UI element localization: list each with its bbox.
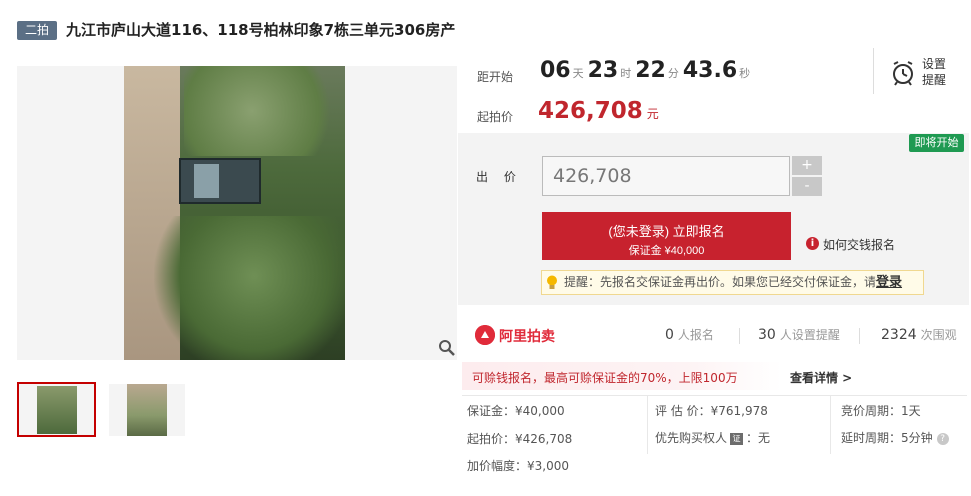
set-reminder-button[interactable]: 设置 提醒: [922, 56, 952, 88]
start-price-amount: 426,708: [538, 98, 643, 124]
stat-reminders-label: 人设置提醒: [779, 328, 840, 342]
details-column-separator: [830, 396, 831, 454]
stat-views-label: 次围观: [920, 328, 957, 342]
ali-auction-logo-icon: [475, 325, 495, 345]
property-photo: [124, 66, 345, 360]
view-details-link[interactable]: 查看详情 >: [790, 369, 852, 386]
countdown-seconds-unit: 秒: [739, 67, 751, 80]
deposit-detail: 保证金：¥40,000: [467, 404, 565, 418]
countdown-minutes-unit: 分: [667, 67, 679, 80]
appraisal-detail: 评 估 价：¥761,978: [655, 404, 768, 418]
how-to-pay-link[interactable]: 如何交钱报名: [823, 236, 895, 253]
countdown-minutes: 22: [635, 58, 666, 83]
thumbnail-1[interactable]: [17, 382, 96, 437]
countdown-hours: 23: [587, 58, 619, 83]
stat-signups: 0 人报名: [665, 326, 714, 343]
increment-detail: 加价幅度：¥3,000: [467, 459, 569, 473]
zoom-icon[interactable]: [438, 339, 456, 357]
countdown-timer: 06 天 23 时 22 分 43.6 秒: [540, 58, 754, 83]
stat-separator: [859, 328, 860, 344]
stat-signups-label: 人报名: [677, 328, 714, 342]
signup-deposit-label: 保证金 ¥40,000: [628, 245, 705, 257]
start-price-detail: 起拍价：¥426,708: [467, 432, 573, 446]
stat-separator: [739, 328, 740, 344]
photo-foliage-bottom: [154, 216, 345, 360]
priority-buyer-label: 优先购买权人: [655, 431, 728, 445]
thumbnail-2-image: [127, 384, 167, 436]
certificate-icon[interactable]: 证: [730, 432, 744, 445]
auction-round-badge: 二拍: [17, 21, 57, 40]
thumbnail-2[interactable]: [109, 384, 185, 436]
countdown-days-unit: 天: [572, 67, 584, 80]
stat-reminders: 30 人设置提醒: [758, 326, 840, 343]
set-reminder-line1: 设置: [922, 57, 947, 71]
countdown-seconds: 43.6: [682, 58, 738, 83]
cycle-detail: 竞价周期：1天: [841, 404, 921, 418]
details-divider: [462, 395, 967, 396]
stat-reminders-value: 30: [758, 327, 776, 343]
priority-buyer-value: ：无: [746, 431, 771, 445]
countdown-label: 距开始: [477, 70, 514, 84]
info-icon: i: [806, 237, 819, 250]
delay-detail-text: 延时周期：5分钟: [841, 431, 933, 445]
credit-banner-text: 可赊钱报名，最高可赊保证金的70%，上限100万: [472, 371, 738, 385]
lightbulb-icon: [546, 275, 558, 290]
start-price-value: 426,708 元: [538, 98, 659, 124]
alarm-clock-icon[interactable]: [890, 60, 916, 86]
tip-text: 提醒：先报名交保证金再出价。如果您已经交付保证金，请: [564, 275, 877, 289]
delay-detail: 延时周期：5分钟?: [841, 429, 949, 446]
bid-label: 出 价: [476, 170, 522, 184]
photo-foliage-top: [184, 66, 345, 156]
page-title: 九江市庐山大道116、118号柏林印象7栋三单元306房产: [66, 21, 456, 39]
help-question-icon[interactable]: ?: [936, 432, 949, 445]
status-badge: 即将开始: [909, 134, 964, 152]
bid-input[interactable]: [542, 156, 790, 196]
bid-decrease-button[interactable]: -: [792, 177, 822, 196]
stat-views: 2324 次围观: [881, 326, 957, 343]
start-price-unit: 元: [646, 107, 659, 121]
stat-signups-value: 0: [665, 327, 674, 343]
stat-views-value: 2324: [881, 327, 917, 343]
details-column-separator: [647, 396, 648, 454]
reminder-divider: [873, 48, 874, 94]
tip-login-link[interactable]: 登录: [876, 275, 902, 290]
signup-button-label: (您未登录) 立即报名: [608, 224, 725, 239]
bid-increase-button[interactable]: +: [792, 156, 822, 175]
priority-buyer-detail: 优先购买权人证：无: [655, 429, 770, 446]
countdown-hours-unit: 时: [620, 67, 632, 80]
thumbnail-1-image: [37, 386, 77, 434]
signup-button[interactable]: (您未登录) 立即报名 保证金 ¥40,000: [542, 212, 791, 260]
set-reminder-line2: 提醒: [922, 73, 947, 87]
photo-sign-panel: [194, 164, 219, 198]
ali-auction-logo: 阿里拍卖: [499, 329, 555, 345]
main-photo[interactable]: [17, 66, 457, 360]
photo-sign: [179, 158, 261, 204]
countdown-days: 06: [540, 58, 571, 83]
start-price-label: 起拍价: [477, 110, 514, 124]
login-tip: 提醒：先报名交保证金再出价。如果您已经交付保证金，请登录: [541, 270, 924, 295]
